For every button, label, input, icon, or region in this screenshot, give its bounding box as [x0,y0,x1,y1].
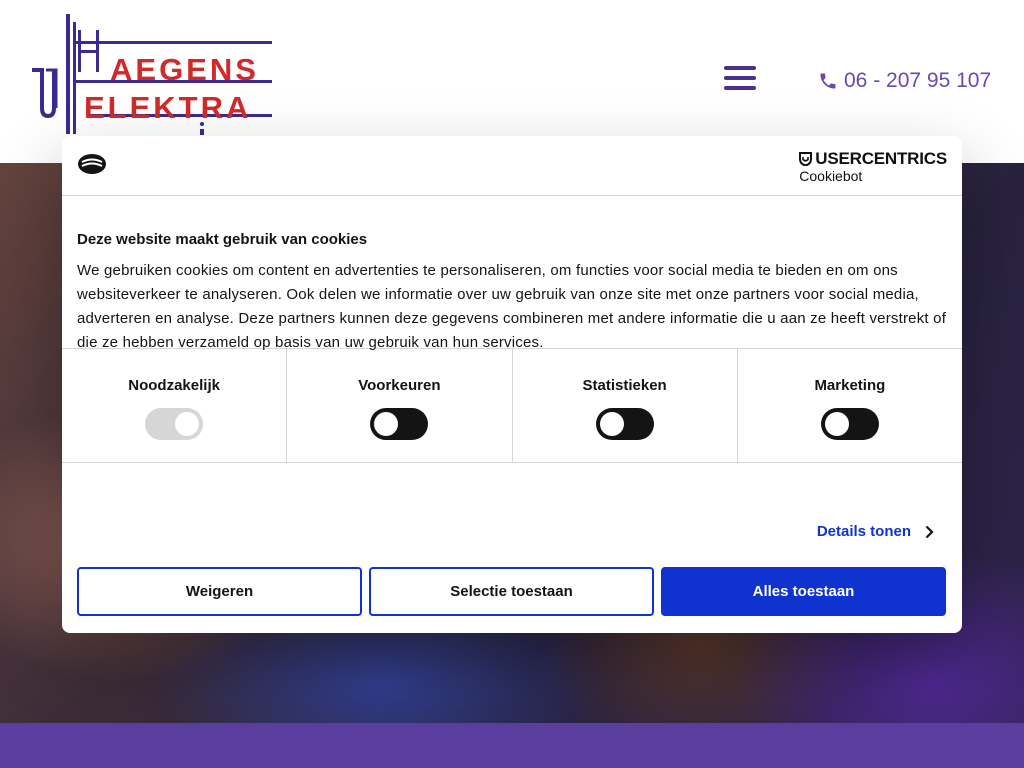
dialog-description: We gebruiken cookies om content en adver… [77,262,947,351]
logo-text-line1: AEGENS [110,52,259,87]
allow-all-button[interactable]: Alles toestaan [661,567,946,616]
phone-link[interactable]: 06 - 207 95 107 [818,69,991,93]
details-toggle-link[interactable]: Details tonen [817,523,934,540]
chevron-right-icon [925,525,934,538]
cookie-consent-dialog: USERCENTRICS Cookiebot Deze website maak… [62,136,962,633]
toggle-noodzakelijk [145,408,204,440]
category-noodzakelijk: Noodzakelijk [62,349,288,462]
phone-icon [820,73,836,89]
toggle-marketing[interactable] [820,408,879,440]
toggle-voorkeuren[interactable] [370,408,429,440]
details-label: Details tonen [816,523,911,540]
category-label: Marketing [814,377,886,394]
purple-banner [0,723,1024,768]
menu-icon[interactable] [724,66,756,94]
toggle-statistieken[interactable] [595,408,654,440]
dialog-header: USERCENTRICS Cookiebot [62,136,962,196]
usercentrics-shield-icon [799,152,813,166]
category-label: Statistieken [582,377,667,394]
logo-word-elektra: ELEKTRA [84,92,251,123]
category-marketing: Marketing [738,349,962,462]
category-voorkeuren: Voorkeuren [287,349,513,462]
consent-categories: Noodzakelijk Voorkeuren Statistieken Mar… [62,349,962,463]
dialog-title: Deze website maakt gebruik van cookies [77,231,368,248]
category-label: Voorkeuren [358,377,441,394]
phone-number: 06 - 207 95 107 [844,69,992,92]
allow-selection-button[interactable]: Selectie toestaan [369,567,654,616]
logo-text-line2: ELEKTRA [84,90,252,125]
dialog-body: Deze website maakt gebruik van cookies W… [62,196,962,351]
usercentrics-cookiebot-logo[interactable]: USERCENTRICS Cookiebot [799,149,947,184]
logo-haegens-elektra[interactable]: AEGENS ELEKTRA [28,12,278,142]
category-statistieken: Statistieken [513,349,738,462]
brand-cookiebot: Cookiebot [799,168,863,184]
reject-button[interactable]: Weigeren [77,567,362,616]
brand-usercentrics: USERCENTRICS [815,149,947,168]
category-label: Noodzakelijk [128,377,220,394]
cookie-icon [78,154,106,174]
logo-word-aegens: AEGENS [110,54,259,85]
